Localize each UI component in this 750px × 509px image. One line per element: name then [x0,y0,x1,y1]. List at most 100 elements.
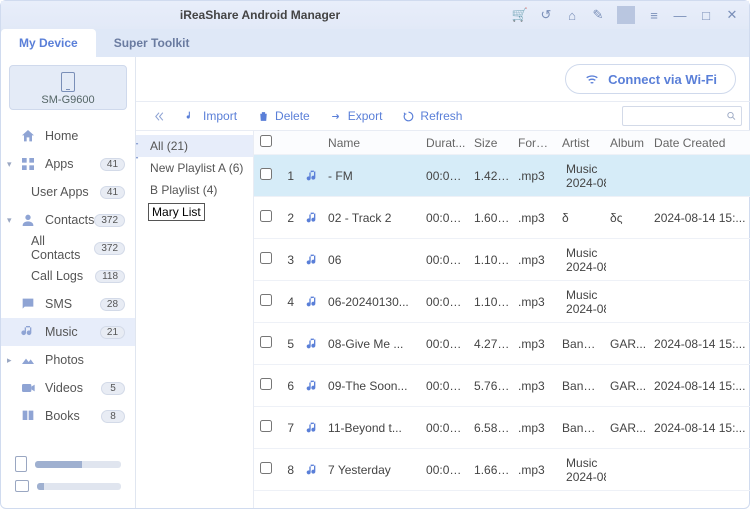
row-name: 06 [324,253,422,267]
playlist-item[interactable]: B Playlist (4) [136,179,253,201]
refresh-button[interactable]: Refresh [394,106,470,126]
row-size: 1.10 ... [470,253,514,267]
row-index: 3 [278,253,300,267]
row-album: Music [562,162,606,176]
connect-wifi-button[interactable]: Connect via Wi-Fi [565,64,736,94]
nav-call-logs[interactable]: Call Logs 118 [1,262,135,290]
nav-music[interactable]: Music 21 [1,318,135,346]
row-name: - FM [324,169,422,183]
col-format[interactable]: Format [514,136,558,150]
row-album: Music [562,246,606,260]
titlebar-icons: 🛒 ↺ ⌂ ✎ ≡ — □ ✕ [511,6,741,24]
export-button[interactable]: Export [322,106,391,126]
home-icon [19,127,37,145]
nav-books[interactable]: Books 8 [1,402,135,430]
device-chip[interactable]: SM-G9600 [9,65,127,110]
row-name: 7 Yesterday [324,463,422,477]
search-icon [726,110,737,122]
row-index: 8 [278,463,300,477]
storage-sd [15,480,121,492]
table-row[interactable]: 202 - Track 200:03...1.60 ....mp3δδς2024… [254,197,750,239]
main-tabs: My Device Super Toolkit [1,29,749,57]
search-box[interactable] [622,106,742,126]
row-format: .mp3 [514,463,558,477]
nav-sms[interactable]: SMS 28 [1,290,135,318]
row-duration: 00:03... [422,337,470,351]
nav-photos[interactable]: ▸ Photos [1,346,135,374]
row-checkbox[interactable] [260,462,272,474]
nav-home[interactable]: Home [1,122,135,150]
videos-icon [19,379,37,397]
home-icon[interactable]: ⌂ [563,6,581,24]
add-playlist-icon[interactable]: + [136,137,139,151]
import-button[interactable]: Import [177,106,245,126]
photos-icon [19,351,37,369]
nav-user-apps[interactable]: User Apps 41 [1,178,135,206]
minimize-icon[interactable]: — [671,6,689,24]
col-duration[interactable]: Durat... [422,136,470,150]
table-row[interactable]: 508-Give Me ...00:03...4.27 ....mp3Banda… [254,323,750,365]
row-index: 7 [278,421,300,435]
remove-playlist-icon[interactable]: − [136,151,139,165]
music-table: Name Durat... Size Format Artist Album D… [254,131,750,508]
playlist-item[interactable]: New Playlist A (6) [136,157,253,179]
back-icon[interactable]: ↺ [537,6,555,24]
apps-icon [19,155,37,173]
nav-contacts[interactable]: ▾ Contacts 372 [1,206,135,234]
row-date: 2024-08-14 15:... [562,260,606,274]
music-note-icon [300,378,324,394]
playlist-all[interactable]: All (21) [136,135,253,157]
row-checkbox[interactable] [260,210,272,222]
table-row[interactable]: 609-The Soon...00:04...5.76 ....mp3Banda… [254,365,750,407]
row-checkbox[interactable] [260,294,272,306]
table-row[interactable]: 406-20240130...00:01...1.10 ....mp3Music… [254,281,750,323]
menu-icon[interactable]: ≡ [645,6,663,24]
nav-videos[interactable]: Videos 5 [1,374,135,402]
select-all-checkbox[interactable] [260,135,272,147]
row-name: 06-20240130... [324,295,422,309]
table-row[interactable]: 711-Beyond t...00:04...6.58 ....mp3Banda… [254,407,750,449]
sd-storage-icon [15,480,29,492]
storage-phone [15,456,121,472]
collapse-button[interactable] [144,107,173,126]
contacts-icon [19,211,37,229]
row-name: 08-Give Me ... [324,337,422,351]
row-checkbox[interactable] [260,378,272,390]
table-row[interactable]: 1- FM00:03...1.42 ....mp3Music2024-08-14… [254,155,750,197]
maximize-icon[interactable]: □ [697,6,715,24]
row-album: Music [562,456,606,470]
col-artist[interactable]: Artist [558,136,606,150]
row-checkbox[interactable] [260,168,272,180]
row-checkbox[interactable] [260,336,272,348]
nav-all-contacts[interactable]: All Contacts 372 [1,234,135,262]
row-album: GAR... [606,337,650,351]
cart-icon[interactable]: 🛒 [511,6,529,24]
row-date: 2024-08-14 15:... [650,379,750,393]
row-duration: 00:01... [422,295,470,309]
row-size: 1.60 ... [470,211,514,225]
feedback-icon[interactable]: ✎ [589,6,607,24]
playlist-panel: + − All (21) New Playlist A (6) B Playli… [136,131,254,508]
row-album: Music [562,288,606,302]
row-index: 5 [278,337,300,351]
table-row[interactable]: 30600:01...1.10 ....mp3Music2024-08-14 1… [254,239,750,281]
tab-super-toolkit[interactable]: Super Toolkit [96,29,208,57]
nav-apps[interactable]: ▾ Apps 41 [1,150,135,178]
row-checkbox[interactable] [260,252,272,264]
search-input[interactable] [627,110,726,122]
col-name[interactable]: Name [324,136,422,150]
phone-storage-icon [15,456,27,472]
col-date[interactable]: Date Created [650,136,750,150]
delete-button[interactable]: Delete [249,106,318,126]
tab-my-device[interactable]: My Device [1,29,96,57]
close-icon[interactable]: ✕ [723,6,741,24]
row-format: .mp3 [514,295,558,309]
playlist-rename-input[interactable]: Mary List [148,203,205,221]
row-checkbox[interactable] [260,420,272,432]
storage-panel [1,448,135,508]
table-header: Name Durat... Size Format Artist Album D… [254,131,750,155]
table-row[interactable]: 87 Yesterday00:01...1.66 ....mp3Music202… [254,449,750,491]
col-album[interactable]: Album [606,136,650,150]
row-format: .mp3 [514,169,558,183]
col-size[interactable]: Size [470,136,514,150]
